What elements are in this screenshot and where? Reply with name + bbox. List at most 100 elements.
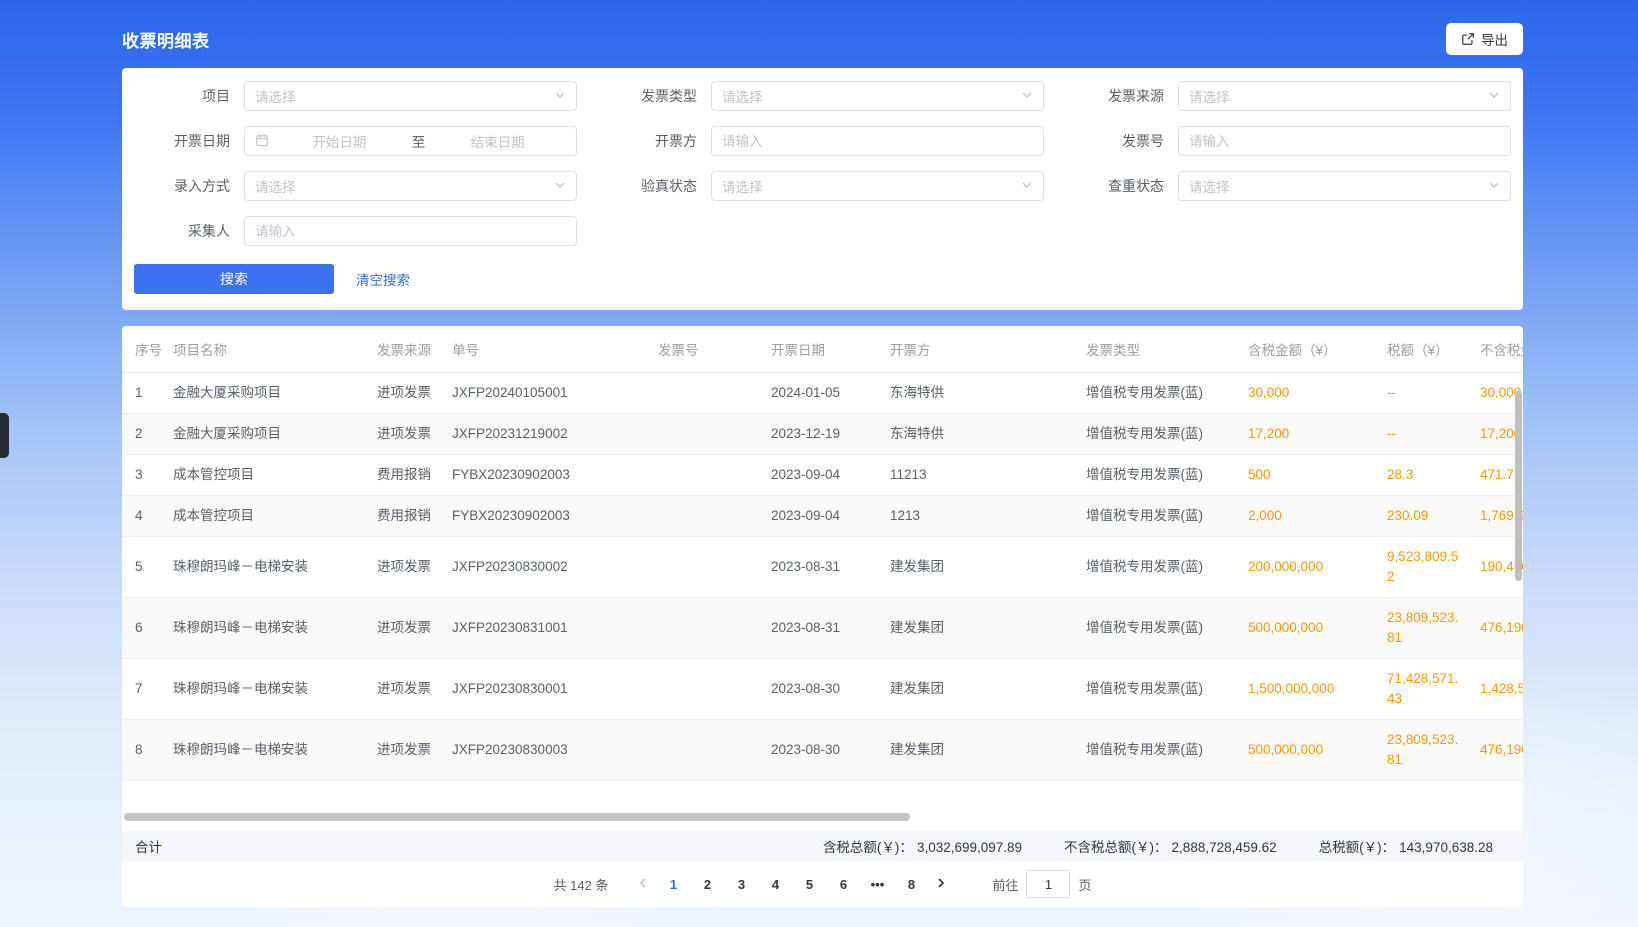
table-cell: 500 (1242, 455, 1381, 496)
summary-total-tax: 总税额(￥)：143,970,638.28 (1319, 836, 1493, 856)
table-cell: 珠穆朗玛峰－电梯安装 (167, 659, 371, 720)
pager-more-button[interactable]: ••• (862, 870, 892, 898)
invoice-date-range-picker[interactable]: 开始日期 至 结束日期 (244, 126, 577, 156)
filter-issuer: 开票方 (601, 126, 1044, 156)
table-cell: 东海特供 (884, 414, 1080, 455)
table-row[interactable]: 6珠穆朗玛峰－电梯安装进项发票JXFP202308310012023-08-31… (122, 598, 1523, 659)
summary-amount-incl-tax: 含税总额(￥)：3,032,699,097.89 (823, 836, 1022, 856)
column-header-seq: 序号 (122, 326, 167, 373)
pager-page-button[interactable]: 5 (794, 870, 824, 898)
table-cell: 增值税专用发票(蓝) (1080, 598, 1242, 659)
total-count: 共 142 条 (554, 875, 609, 894)
goto-page-input[interactable] (1026, 870, 1070, 898)
filter-project-label: 项目 (134, 86, 230, 106)
table-cell: 2024-01-05 (765, 373, 884, 414)
pager-page-button[interactable]: 2 (692, 870, 722, 898)
table-cell: 30,000 (1242, 373, 1381, 414)
pager-page-button[interactable]: 1 (658, 870, 688, 898)
pager-page-button[interactable]: 3 (726, 870, 756, 898)
table-cell: 金融大厦采购项目 (167, 373, 371, 414)
pager-prev-button[interactable] (630, 870, 656, 898)
invoice-type-select[interactable]: 请选择 (711, 81, 1044, 111)
column-header-issuer: 开票方 (884, 326, 1080, 373)
issuer-input[interactable] (711, 126, 1044, 156)
goto-label: 前往 (992, 875, 1018, 894)
table-cell: 17,200 (1242, 414, 1381, 455)
filter-invoice-date: 开票日期 开始日期 至 结束日期 (134, 126, 577, 156)
table-cell: -- (1381, 373, 1474, 414)
date-range-separator: 至 (408, 131, 430, 151)
collector-input[interactable] (244, 216, 577, 246)
export-button[interactable]: 导出 (1446, 23, 1523, 55)
table-cell: 500,000,000 (1242, 598, 1381, 659)
chevron-down-icon (1021, 179, 1033, 194)
table-cell: 2023-08-30 (765, 720, 884, 781)
table-row[interactable]: 2金融大厦采购项目进项发票JXFP202312190022023-12-19东海… (122, 414, 1523, 455)
table-row[interactable]: 7珠穆朗玛峰－电梯安装进项发票JXFP202308300012023-08-30… (122, 659, 1523, 720)
table-cell: 200,000,000 (1242, 537, 1381, 598)
table-cell: 7 (122, 659, 167, 720)
table-cell: 增值税专用发票(蓝) (1080, 659, 1242, 720)
side-drawer-handle[interactable] (0, 413, 9, 458)
table-row[interactable]: 8珠穆朗玛峰－电梯安装进项发票JXFP202308300032023-08-30… (122, 720, 1523, 781)
verify-status-select[interactable]: 请选择 (711, 171, 1044, 201)
table-row[interactable]: 4成本管控项目费用报销FYBX202309020032023-09-041213… (122, 496, 1523, 537)
table-row[interactable]: 3成本管控项目费用报销FYBX202309020032023-09-041121… (122, 455, 1523, 496)
table-cell: 建发集团 (884, 720, 1080, 781)
column-header-doc-no: 单号 (446, 326, 652, 373)
filter-actions: 搜索 清空搜索 (134, 264, 1511, 294)
pager-page-button[interactable]: 8 (896, 870, 926, 898)
table-cell: 1213 (884, 496, 1080, 537)
clear-search-link[interactable]: 清空搜索 (356, 269, 410, 289)
table-cell: 9,523,809.52 (1381, 537, 1474, 598)
filter-entry-method: 录入方式 请选择 (134, 171, 577, 201)
invoice-no-input[interactable] (1178, 126, 1511, 156)
pager-page-button[interactable]: 6 (828, 870, 858, 898)
table-cell: JXFP20231219002 (446, 414, 652, 455)
horizontal-scrollbar-track (122, 781, 1523, 831)
table-row[interactable]: 5珠穆朗玛峰－电梯安装进项发票JXFP202308300022023-08-31… (122, 537, 1523, 598)
table-cell (652, 414, 765, 455)
filter-issuer-label: 开票方 (601, 131, 697, 151)
table-cell: 进项发票 (371, 598, 446, 659)
chevron-down-icon (554, 179, 566, 194)
filter-invoice-no: 发票号 (1068, 126, 1511, 156)
project-select[interactable]: 请选择 (244, 81, 577, 111)
invoice-table-card: 序号 项目名称 发票来源 单号 发票号 开票日期 开票方 发票类型 含税金额（¥… (122, 326, 1523, 907)
invoice-source-select[interactable]: 请选择 (1178, 81, 1511, 111)
start-date-placeholder[interactable]: 开始日期 (271, 131, 408, 151)
filter-invoice-source-label: 发票来源 (1068, 86, 1164, 106)
filter-project: 项目 请选择 (134, 81, 577, 111)
table-cell: 增值税专用发票(蓝) (1080, 455, 1242, 496)
column-header-date: 开票日期 (765, 326, 884, 373)
table-cell (652, 373, 765, 414)
table-cell: FYBX20230902003 (446, 455, 652, 496)
table-cell: FYBX20230902003 (446, 496, 652, 537)
column-header-amount-excl-tax: 不含税金额（¥） (1474, 326, 1523, 373)
table-cell: -- (1381, 414, 1474, 455)
topbar: 收票明细表 导出 (122, 0, 1523, 68)
entry-method-select[interactable]: 请选择 (244, 171, 577, 201)
pager-page-button[interactable]: 4 (760, 870, 790, 898)
table-cell: 进项发票 (371, 373, 446, 414)
table-row[interactable]: 1金融大厦采购项目进项发票JXFP202401050012024-01-05东海… (122, 373, 1523, 414)
chevron-left-icon (637, 877, 649, 892)
pager-next-button[interactable] (928, 870, 954, 898)
summary-row: 合计 含税总额(￥)：3,032,699,097.89 不含税总额(￥)：2,8… (122, 831, 1523, 861)
main-container: 收票明细表 导出 项目 请选择 (122, 0, 1523, 907)
table-cell: 2023-08-31 (765, 598, 884, 659)
end-date-placeholder[interactable]: 结束日期 (429, 131, 566, 151)
export-icon (1461, 32, 1475, 46)
filter-dup-check-status-label: 查重状态 (1068, 176, 1164, 196)
search-button[interactable]: 搜索 (134, 264, 334, 294)
table-cell: 1,428,571,428.57 (1474, 659, 1523, 720)
dup-check-status-select[interactable]: 请选择 (1178, 171, 1511, 201)
horizontal-scrollbar-thumb[interactable] (124, 813, 910, 821)
filter-invoice-source: 发票来源 请选择 (1068, 81, 1511, 111)
filter-verify-status-label: 验真状态 (601, 176, 697, 196)
table-cell: 2023-09-04 (765, 455, 884, 496)
column-header-project: 项目名称 (167, 326, 371, 373)
summary-amount-excl-tax: 不含税总额(￥)：2,888,728,459.62 (1064, 836, 1277, 856)
vertical-scrollbar-thumb[interactable] (1515, 391, 1522, 581)
table-cell: 增值税专用发票(蓝) (1080, 373, 1242, 414)
